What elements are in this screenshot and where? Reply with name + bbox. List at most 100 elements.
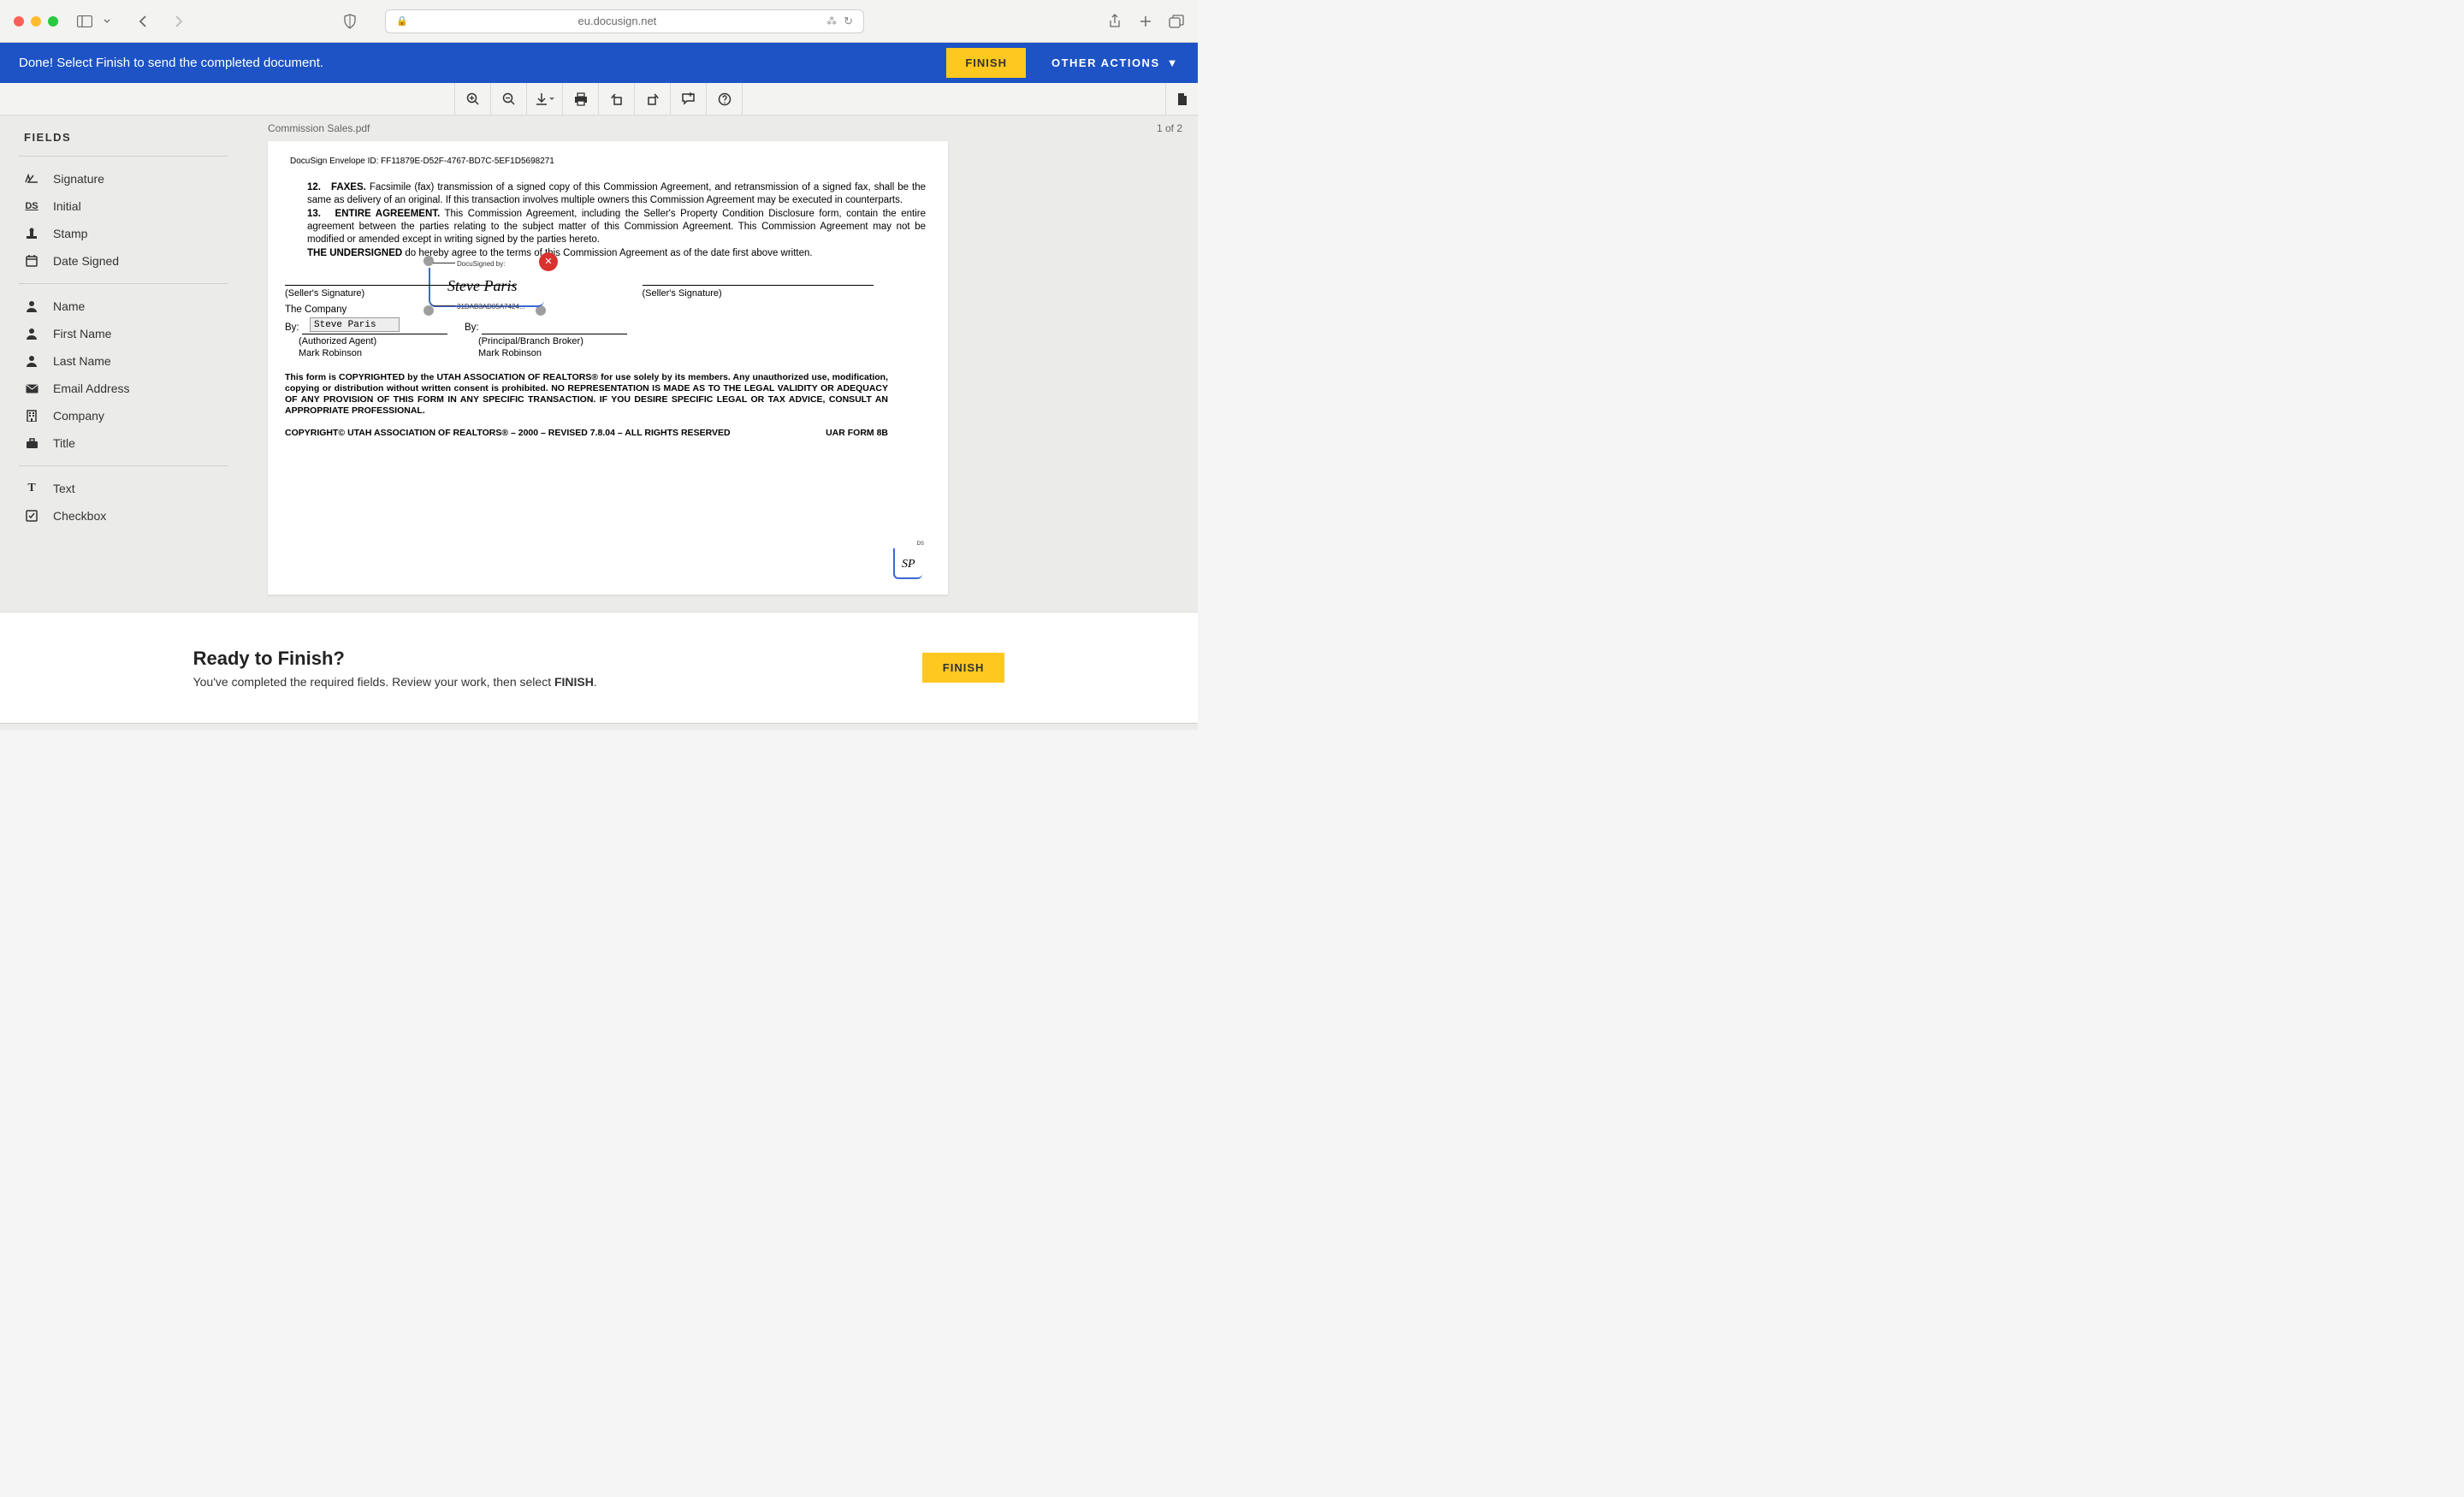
field-company[interactable]: Company: [19, 402, 228, 429]
address-bar[interactable]: 🔒 eu.docusign.net ⁂ ↻: [385, 9, 864, 33]
envelope-id: DocuSign Envelope ID: FF11879E-D52F-4767…: [290, 157, 926, 168]
initials-ds-label: DS: [917, 541, 924, 548]
new-tab-icon[interactable]: [1138, 14, 1153, 29]
person-icon: [24, 326, 39, 341]
browser-chrome: 🔒 eu.docusign.net ⁂ ↻: [0, 0, 1198, 43]
chevron-down-icon[interactable]: [103, 14, 111, 29]
field-last-name[interactable]: Last Name: [19, 347, 228, 375]
seller-signature-row: (Seller's Signature) (Seller's Signature…: [285, 274, 909, 299]
principal-broker-label: (Principal/Branch Broker): [478, 335, 658, 347]
resize-handle-icon[interactable]: [424, 305, 434, 316]
rotate-right-button[interactable]: [634, 83, 671, 115]
field-initial[interactable]: DS Initial: [19, 192, 228, 220]
agent-row: (Authorized Agent) Mark Robinson (Princi…: [299, 335, 923, 359]
field-title[interactable]: Title: [19, 429, 228, 457]
building-icon: [24, 408, 39, 423]
form-number: UAR FORM 8B: [826, 428, 888, 439]
dropdown-caret-icon: ▼: [1167, 56, 1179, 69]
person-icon: [24, 353, 39, 369]
agent-name: Mark Robinson: [299, 347, 478, 359]
undersigned-line: THE UNDERSIGNED do hereby agree to the t…: [290, 247, 926, 260]
seller-sig-caption: (Seller's Signature): [285, 287, 553, 299]
finish-panel: Ready to Finish? You've completed the re…: [0, 612, 1198, 723]
back-icon[interactable]: [135, 14, 151, 29]
fields-sidebar: FIELDS Signature DS Initial Stamp Date S…: [0, 115, 252, 612]
signature-icon: [24, 171, 39, 186]
document-filename: Commission Sales.pdf: [268, 122, 370, 134]
shield-icon[interactable]: [342, 14, 358, 29]
action-message: Done! Select Finish to send the complete…: [19, 56, 323, 70]
minimize-window[interactable]: [31, 16, 41, 27]
sidebar-section-input: T Text Checkbox: [19, 465, 228, 538]
envelope-icon: [24, 381, 39, 396]
paragraph-12: 12. FAXES. Facsimile (fax) transmission …: [290, 181, 926, 206]
download-button[interactable]: [526, 83, 563, 115]
forward-icon[interactable]: [171, 14, 187, 29]
paragraph-13: 13. ENTIRE AGREEMENT. This Commission Ag…: [290, 208, 926, 246]
briefcase-icon: [24, 435, 39, 451]
initials-text: SP: [902, 557, 915, 572]
maximize-window[interactable]: [48, 16, 58, 27]
main-area: FIELDS Signature DS Initial Stamp Date S…: [0, 115, 1198, 612]
tabs-icon[interactable]: [1169, 14, 1184, 29]
document-page[interactable]: DocuSign Envelope ID: FF11879E-D52F-4767…: [268, 141, 948, 595]
sig-tick: [433, 305, 455, 306]
calendar-icon: [24, 253, 39, 269]
initial-icon: DS: [24, 198, 39, 214]
sidebar-title: FIELDS: [0, 131, 252, 156]
resize-handle-icon[interactable]: [424, 256, 434, 266]
field-checkbox[interactable]: Checkbox: [19, 502, 228, 530]
document-area: Commission Sales.pdf 1 of 2 DocuSign Env…: [252, 115, 1198, 612]
authorized-agent-label: (Authorized Agent): [299, 335, 478, 347]
by-line: [482, 323, 627, 334]
by-label: By:: [285, 322, 299, 333]
close-window[interactable]: [14, 16, 24, 27]
stamp-icon: [24, 226, 39, 241]
help-button[interactable]: [706, 83, 743, 115]
zoom-in-button[interactable]: [454, 83, 491, 115]
signature-line: [643, 274, 874, 286]
translate-icon[interactable]: ⁂: [826, 15, 837, 27]
copyright-line: COPYRIGHT© UTAH ASSOCIATION OF REALTORS®…: [285, 428, 888, 439]
rotate-left-button[interactable]: [598, 83, 635, 115]
checkbox-icon: [24, 508, 39, 524]
field-email[interactable]: Email Address: [19, 375, 228, 402]
other-actions-menu[interactable]: OTHER ACTIONS ▼: [1051, 56, 1179, 69]
bottom-strip: [0, 723, 1198, 730]
page-indicator: 1 of 2: [1157, 122, 1182, 134]
print-button[interactable]: [562, 83, 599, 115]
field-text[interactable]: T Text: [19, 475, 228, 502]
sidebar-section-signature: Signature DS Initial Stamp Date Signed: [19, 156, 228, 283]
toolbar: [0, 83, 1198, 115]
signature-hash: 31DAB3AD05A7424...: [457, 303, 525, 311]
typed-name-field[interactable]: Steve Paris: [310, 317, 400, 332]
sidebar-toggle-icon[interactable]: [77, 14, 92, 29]
share-icon[interactable]: [1107, 14, 1122, 29]
field-date-signed[interactable]: Date Signed: [19, 247, 228, 275]
document-header: Commission Sales.pdf 1 of 2: [252, 115, 1198, 138]
traffic-lights: [14, 16, 58, 27]
initials-widget[interactable]: DS SP: [893, 548, 922, 579]
reload-icon[interactable]: ↻: [844, 15, 853, 28]
document-panel-toggle[interactable]: [1165, 83, 1198, 115]
broker-name: Mark Robinson: [478, 347, 658, 359]
action-bar: Done! Select Finish to send the complete…: [0, 43, 1198, 83]
lock-icon: 🔒: [396, 15, 408, 27]
url-text: eu.docusign.net: [415, 15, 820, 27]
comments-button[interactable]: [670, 83, 707, 115]
zoom-out-button[interactable]: [490, 83, 527, 115]
by-label: By:: [465, 322, 479, 333]
seller-sig-caption: (Seller's Signature): [643, 287, 910, 299]
signature-line: [285, 274, 516, 286]
field-stamp[interactable]: Stamp: [19, 220, 228, 247]
field-name[interactable]: Name: [19, 293, 228, 320]
finish-button-bottom[interactable]: FINISH: [922, 653, 1005, 683]
finish-subtext: You've completed the required fields. Re…: [193, 675, 597, 689]
sidebar-section-identity: Name First Name Last Name Email Address …: [19, 283, 228, 465]
finish-button[interactable]: FINISH: [946, 48, 1026, 78]
field-first-name[interactable]: First Name: [19, 320, 228, 347]
person-icon: [24, 299, 39, 314]
remove-signature-button[interactable]: ✕: [539, 252, 558, 271]
field-signature[interactable]: Signature: [19, 165, 228, 192]
text-icon: T: [24, 481, 39, 496]
